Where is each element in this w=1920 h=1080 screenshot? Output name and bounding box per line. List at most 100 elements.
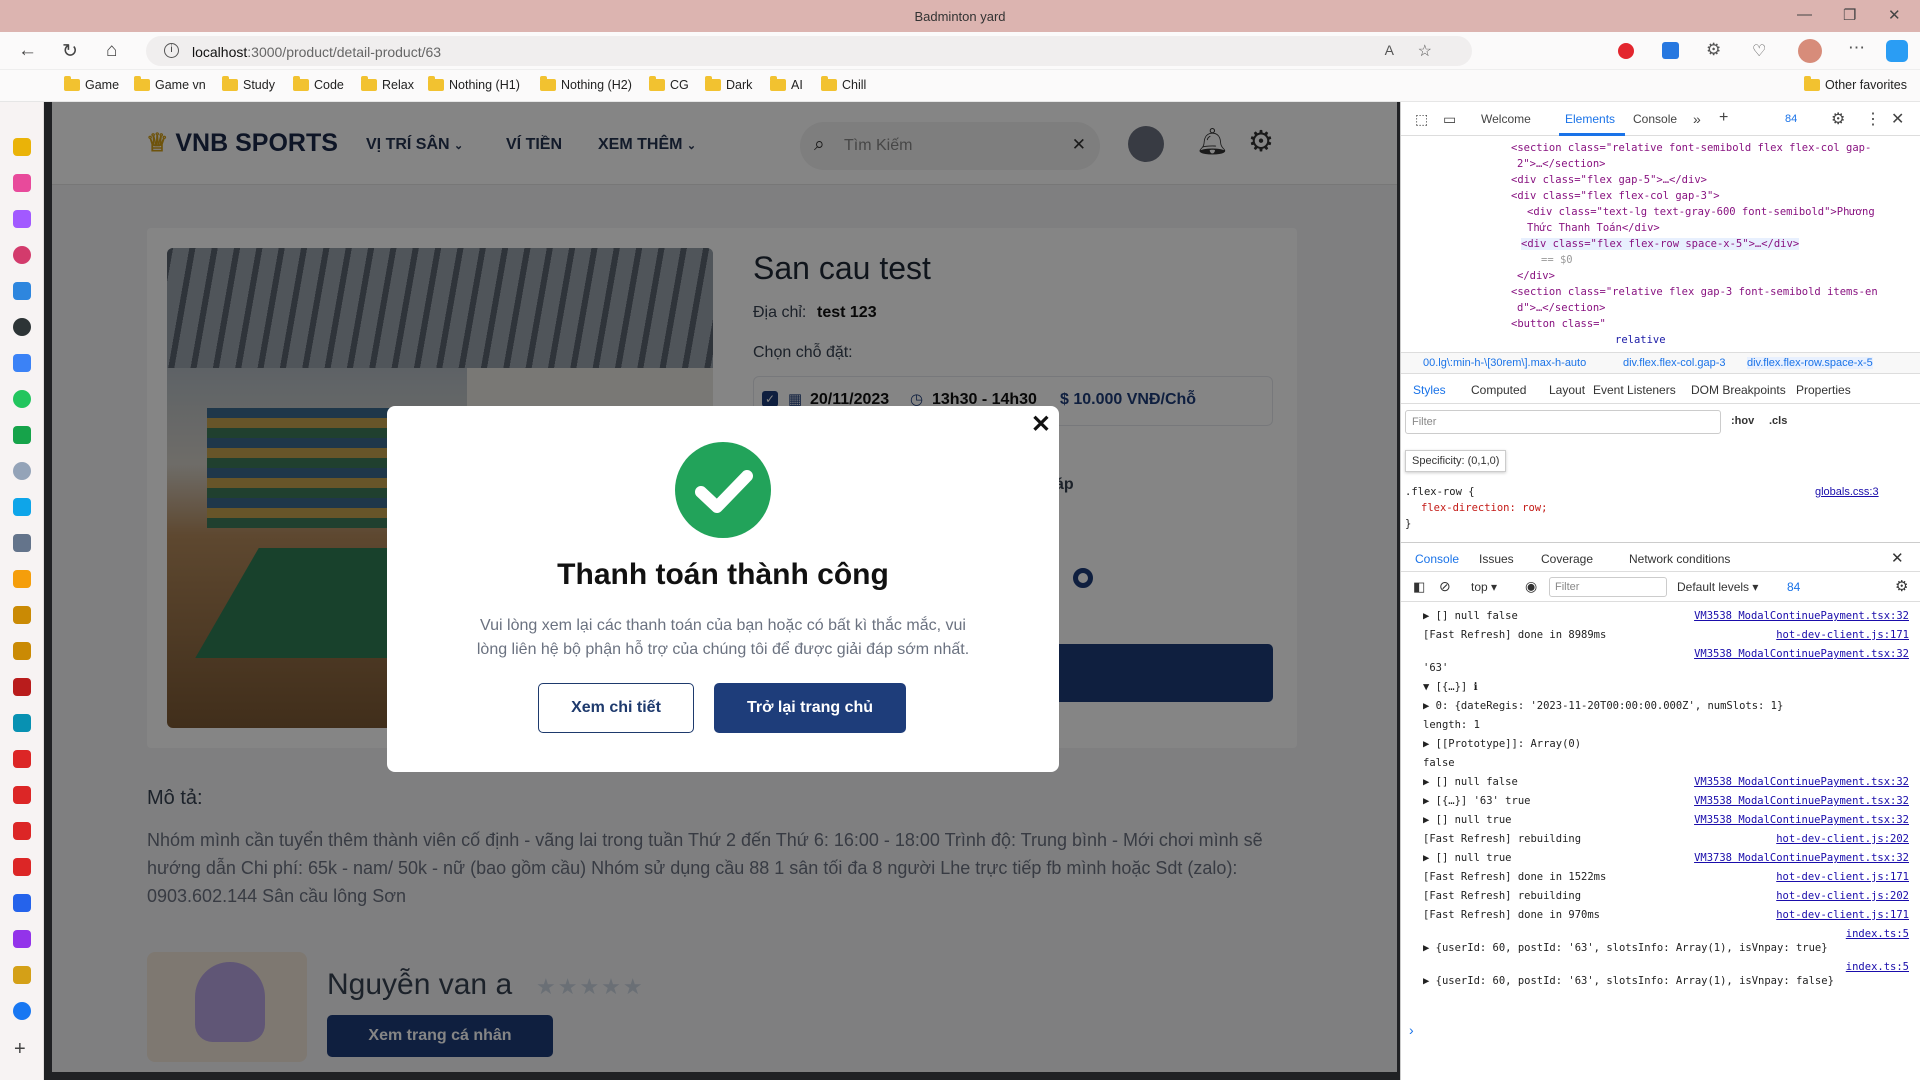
sidebar-app-icon[interactable] (13, 894, 31, 912)
console-source-link[interactable]: VM3538 ModalContinuePayment.tsx:32 (1694, 776, 1909, 788)
other-favorites[interactable]: Other favorites (1804, 76, 1907, 92)
sidebar-app-icon[interactable] (13, 138, 31, 156)
console-line[interactable]: ▶ [] null true VM3738 ModalContinuePaymen… (1407, 852, 1915, 864)
console-line[interactable]: ▶ [] null false VM3538 ModalContinuePayme… (1407, 610, 1915, 622)
extensions-icon[interactable]: ⚙ (1706, 40, 1721, 60)
dom-line[interactable]: d">…</section> (1517, 302, 1606, 314)
sidebar-app-icon[interactable] (13, 642, 31, 660)
sidebar-app-icon[interactable] (13, 282, 31, 300)
tab-elements[interactable]: Elements (1565, 112, 1615, 126)
more-tabs-icon[interactable]: » (1693, 111, 1701, 127)
breadcrumb-item[interactable]: 00.lg\:min-h-\[30rem\].max-h-auto (1423, 357, 1586, 369)
favorites-icon[interactable]: ♡ (1752, 41, 1766, 61)
breadcrumb-item-active[interactable]: div.flex.flex-row.space-x-5 (1747, 357, 1873, 369)
console-line[interactable]: ▶ [[Prototype]]: Array(0) (1407, 738, 1915, 750)
home-icon[interactable]: ⌂ (106, 40, 117, 62)
console-line[interactable]: ▶ 0: {dateRegis: '2023-11-20T00:00:00.00… (1407, 700, 1915, 712)
console-line[interactable]: ▶ [] null false VM3538 ModalContinuePayme… (1407, 776, 1915, 788)
dom-line[interactable]: Thức Thanh Toán</div> (1527, 222, 1660, 234)
console-source-link[interactable]: hot-dev-client.js:171 (1776, 909, 1909, 921)
cls-toggle[interactable]: .cls (1769, 415, 1787, 427)
sidebar-app-icon[interactable] (13, 786, 31, 804)
favorite-ai[interactable]: AI (770, 76, 803, 92)
restore-icon[interactable]: ❐ (1843, 6, 1856, 24)
sidebar-app-icon[interactable] (13, 426, 31, 444)
sidebar-app-icon[interactable] (13, 678, 31, 696)
sidebar-app-icon[interactable] (13, 354, 31, 372)
inspect-icon[interactable]: ⬚ (1415, 111, 1428, 128)
console-source-link[interactable]: hot-dev-client.js:171 (1776, 629, 1909, 641)
dom-line-selected[interactable]: <div class="flex flex-row space-x-5">…</… (1521, 238, 1800, 250)
sidebar-app-icon[interactable] (13, 750, 31, 768)
console-line[interactable]: [Fast Refresh] rebuilding hot-dev-client.… (1407, 833, 1915, 845)
console-source-link[interactable]: VM3738 ModalContinuePayment.tsx:32 (1694, 852, 1909, 864)
console-line[interactable]: VM3538 ModalContinuePayment.tsx:32 (1407, 648, 1915, 660)
add-icon[interactable]: + (14, 1038, 26, 1061)
kebab-icon[interactable]: ⋮ (1865, 109, 1881, 129)
more-icon[interactable]: ⋯ (1848, 38, 1865, 58)
copilot-icon[interactable] (1886, 40, 1908, 62)
close-window-icon[interactable]: ✕ (1888, 6, 1901, 24)
favorite-nothing-h1[interactable]: Nothing (H1) (428, 76, 520, 92)
console-line[interactable]: ▼ [{…}] ℹ (1407, 681, 1915, 693)
sidebar-app-icon[interactable] (13, 822, 31, 840)
sidebar-app-icon[interactable] (13, 606, 31, 624)
read-aloud-icon[interactable]: A (1385, 42, 1394, 58)
clear-console-icon[interactable]: ⊘ (1439, 578, 1451, 595)
drawer-tab-network-conditions[interactable]: Network conditions (1629, 552, 1730, 566)
console-line[interactable]: index.ts:5 (1407, 961, 1915, 973)
sidebar-app-icon[interactable] (13, 174, 31, 192)
styles-filter-input[interactable]: Filter (1405, 410, 1721, 434)
tab-computed[interactable]: Computed (1471, 383, 1526, 397)
close-drawer-icon[interactable]: ✕ (1891, 549, 1904, 567)
css-source-link[interactable]: globals.css:3 (1815, 486, 1879, 498)
dom-line[interactable]: <div class="flex gap-5">…</div> (1511, 174, 1707, 186)
dom-line[interactable]: <section class="relative font-semibold f… (1511, 142, 1871, 154)
console-line[interactable]: [Fast Refresh] done in 8989ms hot-dev-cli… (1407, 629, 1915, 641)
dom-line[interactable]: <section class="relative flex gap-3 font… (1511, 286, 1878, 298)
breadcrumb-item[interactable]: div.flex.flex-col.gap-3 (1623, 357, 1726, 369)
console-line[interactable]: [Fast Refresh] done in 970ms hot-dev-clie… (1407, 909, 1915, 921)
drawer-tab-issues[interactable]: Issues (1479, 552, 1514, 566)
dom-line[interactable]: relative (1615, 334, 1666, 346)
drawer-tab-console[interactable]: Console (1415, 552, 1459, 566)
dom-line[interactable]: 2">…</section> (1517, 158, 1606, 170)
tab-console[interactable]: Console (1633, 112, 1677, 126)
console-source-link[interactable]: VM3538 ModalContinuePayment.tsx:32 (1694, 795, 1909, 807)
favorite-dark[interactable]: Dark (705, 76, 752, 92)
profile-avatar[interactable] (1798, 39, 1822, 63)
eye-icon[interactable]: ◉ (1525, 578, 1537, 595)
close-devtools-icon[interactable]: ✕ (1891, 109, 1904, 129)
console-source-link[interactable]: index.ts:5 (1846, 928, 1909, 940)
dom-line[interactable]: <button class=" (1511, 318, 1606, 330)
star-icon[interactable]: ☆ (1418, 41, 1432, 61)
console-source-link[interactable]: hot-dev-client.js:202 (1776, 890, 1909, 902)
tab-styles[interactable]: Styles (1413, 383, 1446, 397)
sidebar-app-icon[interactable] (13, 498, 31, 516)
extension-icon[interactable] (1618, 43, 1634, 59)
console-prompt-icon[interactable]: › (1409, 1022, 1414, 1038)
sidebar-app-icon[interactable] (13, 930, 31, 948)
console-source-link[interactable]: index.ts:5 (1846, 961, 1909, 973)
minimize-icon[interactable]: — (1797, 6, 1812, 23)
tab-event-listeners[interactable]: Event Listeners (1593, 383, 1676, 397)
context-selector[interactable]: top ▾ (1471, 580, 1497, 594)
console-line[interactable]: ▶ [{…}] '63' true VM3538 ModalContinuePay… (1407, 795, 1915, 807)
sidebar-app-icon[interactable] (13, 966, 31, 984)
download-icon[interactable] (1662, 42, 1679, 59)
console-source-link[interactable]: hot-dev-client.js:171 (1776, 871, 1909, 883)
favorite-nothing-h2[interactable]: Nothing (H2) (540, 76, 632, 92)
dom-line[interactable]: <div class="text-lg text-gray-600 font-s… (1527, 206, 1875, 218)
console-line[interactable]: [Fast Refresh] rebuilding hot-dev-client.… (1407, 890, 1915, 902)
url-input[interactable]: i localhost:3000/product/detail-product/… (146, 36, 1472, 66)
favorite-chill[interactable]: Chill (821, 76, 866, 92)
facebook-icon[interactable] (13, 1002, 31, 1020)
hov-toggle[interactable]: :hov (1731, 415, 1754, 427)
sidebar-app-icon[interactable] (13, 318, 31, 336)
favorite-relax[interactable]: Relax (361, 76, 414, 92)
settings-icon[interactable]: ⚙ (1831, 109, 1845, 129)
close-icon[interactable]: ✕ (1031, 410, 1051, 439)
sidebar-toggle-icon[interactable]: ◧ (1413, 579, 1425, 595)
back-icon[interactable]: ← (18, 40, 37, 62)
tab-welcome[interactable]: Welcome (1481, 112, 1531, 126)
